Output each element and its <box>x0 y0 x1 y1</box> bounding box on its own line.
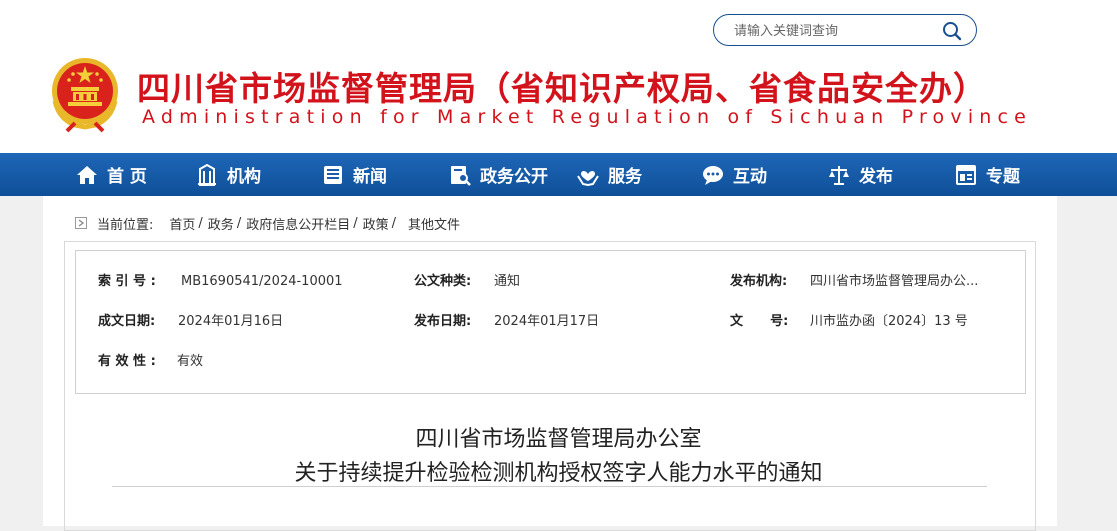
breadcrumb-government[interactable]: 政务 <box>208 214 234 233</box>
site-title-english: Administration for Market Regulation of … <box>142 106 1033 128</box>
nav-label: 首 页 <box>107 167 147 187</box>
publisher-value: 四川省市场监督管理局办公... <box>810 274 979 289</box>
document-title-line-2: 关于持续提升检验检测机构授权签字人能力水平的通知 <box>294 461 823 486</box>
nav-item-release[interactable]: 发布 <box>828 153 893 196</box>
nav-item-news[interactable]: 新闻 <box>322 153 387 196</box>
nav-label: 专题 <box>986 167 1020 187</box>
nav-label: 发布 <box>859 167 893 187</box>
nav-item-topics[interactable]: 专题 <box>955 153 1020 196</box>
building-icon <box>198 163 216 186</box>
created-date-value: 2024年01月16日 <box>178 314 284 329</box>
document-search-icon <box>451 165 471 186</box>
nav-label: 新闻 <box>353 167 387 187</box>
doc-type-value: 通知 <box>494 274 521 289</box>
breadcrumb-info-disclosure[interactable]: 政府信息公开栏目 <box>246 214 350 233</box>
location-icon <box>75 217 87 229</box>
nav-label: 互动 <box>733 167 767 187</box>
national-emblem-logo <box>52 58 118 133</box>
window-icon <box>956 164 976 185</box>
created-date-label: 成文日期: <box>98 314 156 329</box>
news-icon <box>324 165 342 184</box>
site-title: 四川省市场监督管理局（省知识产权局、省食品安全办） <box>137 69 987 108</box>
nav-label: 机构 <box>227 167 261 187</box>
title-divider <box>112 486 987 487</box>
nav-item-interaction[interactable]: 互动 <box>702 153 767 196</box>
doc-type-label: 公文种类: <box>414 274 472 289</box>
published-date-value: 2024年01月17日 <box>494 314 600 329</box>
breadcrumb-other-files[interactable]: 其他文件 <box>408 214 460 233</box>
document-title-line-1: 四川省市场监督管理局办公室 <box>415 427 702 452</box>
breadcrumb-home[interactable]: 首页 <box>169 214 195 233</box>
validity-value: 有效 <box>177 354 204 369</box>
nav-item-services[interactable]: 服务 <box>577 153 642 196</box>
search-box[interactable] <box>713 14 977 46</box>
nav-label: 服务 <box>608 167 642 187</box>
scales-icon <box>829 165 849 185</box>
doc-number-value: 川市监办函〔2024〕13 号 <box>810 314 968 329</box>
search-input[interactable] <box>732 21 936 41</box>
chat-icon <box>703 165 723 185</box>
index-number-value: MB1690541/2024-10001 <box>181 274 343 289</box>
home-icon <box>77 165 97 184</box>
breadcrumb: 当前位置: 首页 / 政务 / 政府信息公开栏目 / 政策 / 其他文件 <box>75 214 460 233</box>
breadcrumb-policy[interactable]: 政策 <box>363 214 389 233</box>
heart-hands-icon <box>577 170 599 186</box>
nav-label: 政务公开 <box>480 167 548 187</box>
published-date-label: 发布日期: <box>414 314 472 329</box>
main-nav: 首 页 机构 新闻 政务公开 服务 互动 发布 专题 <box>0 153 1117 196</box>
breadcrumb-label: 当前位置: <box>97 217 154 233</box>
search-icon[interactable] <box>942 21 962 41</box>
nav-item-government-affairs[interactable]: 政务公开 <box>449 153 548 196</box>
nav-item-home[interactable]: 首 页 <box>76 153 147 196</box>
nav-item-organization[interactable]: 机构 <box>196 153 261 196</box>
doc-number-label: 文 号: <box>730 314 789 329</box>
index-number-label: 索 引 号 : <box>98 274 156 289</box>
site-header: 四川省市场监督管理局（省知识产权局、省食品安全办） Administration… <box>0 0 1117 153</box>
publisher-label: 发布机构: <box>730 274 788 289</box>
validity-label: 有 效 性 : <box>98 354 156 369</box>
